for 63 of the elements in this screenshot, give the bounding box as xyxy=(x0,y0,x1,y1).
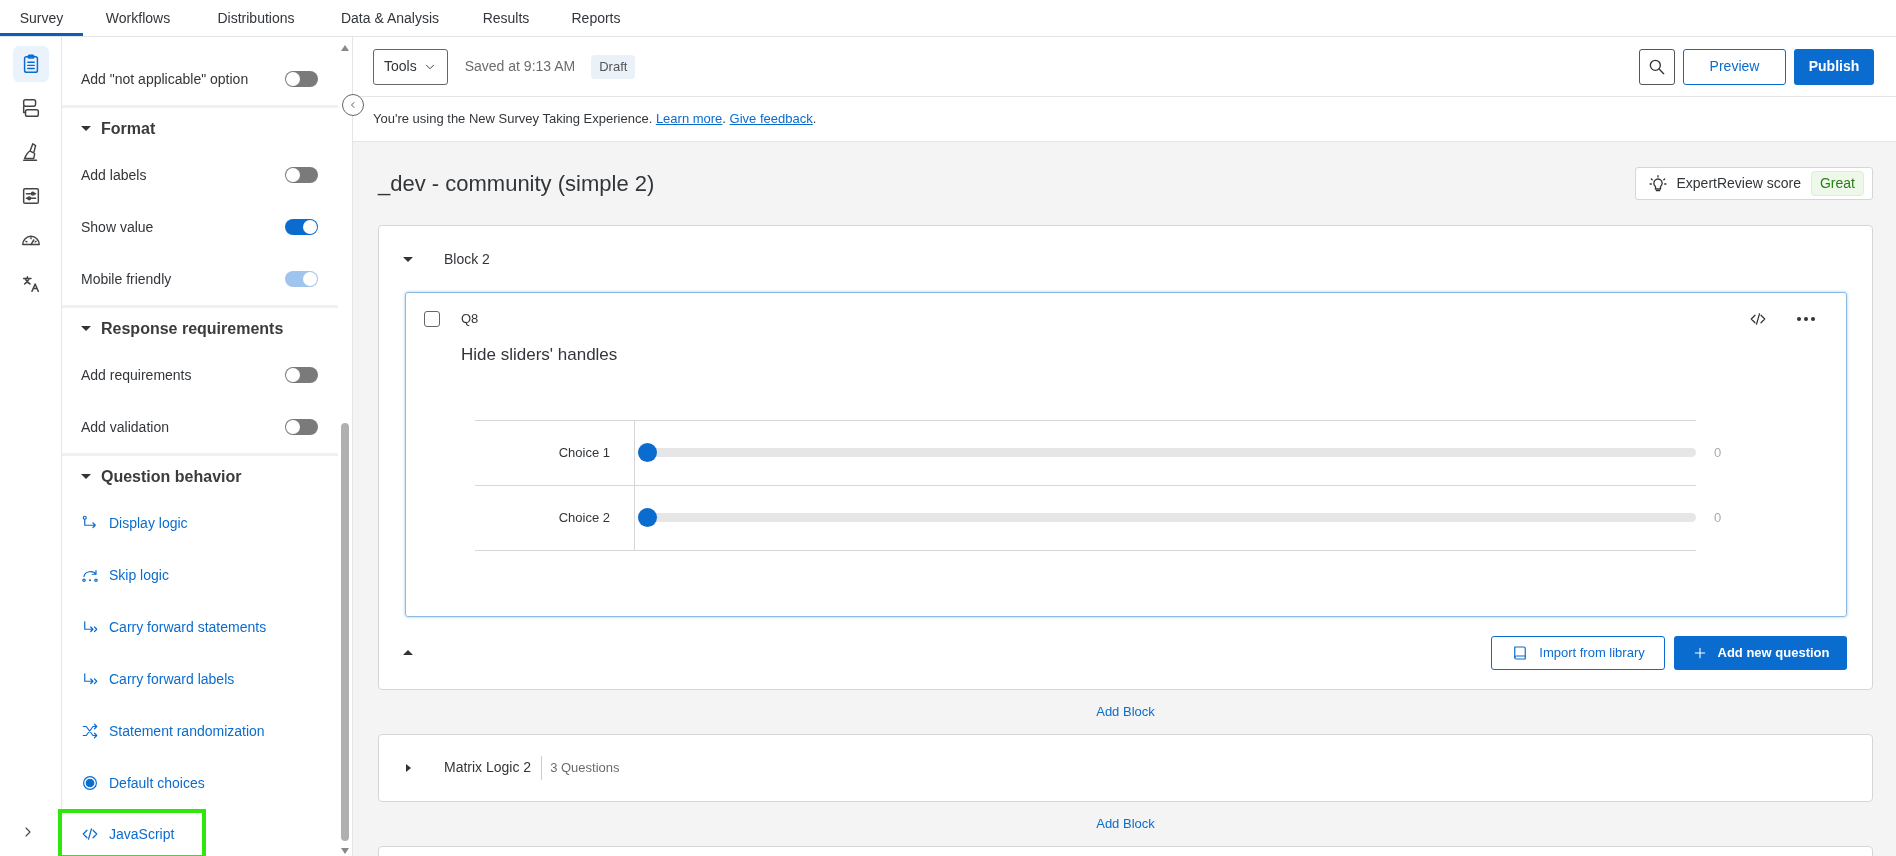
nav-tab[interactable]: Distributions xyxy=(193,0,319,36)
logic-link[interactable]: Carry forward labels xyxy=(62,658,255,700)
survey-title: _dev - community (simple 2) xyxy=(378,170,655,198)
add-block-link[interactable]: Add Block xyxy=(1096,813,1155,834)
logic-link[interactable]: Carry forward statements xyxy=(62,606,287,648)
shuffle-icon xyxy=(81,722,99,740)
slider-value: 0 xyxy=(1714,509,1722,528)
logic-link[interactable]: Statement randomization xyxy=(62,710,285,752)
statement-label: Choice 2 xyxy=(558,508,610,527)
statement-label: Choice 1 xyxy=(558,443,610,462)
option-label: Show value xyxy=(81,217,154,237)
add-question-button[interactable]: Add new question xyxy=(1674,635,1847,670)
nav-tab[interactable]: Survey xyxy=(0,0,83,36)
option-label: Add "not applicable" option xyxy=(81,69,249,89)
option-label: Add labels xyxy=(81,165,147,185)
slider-handle[interactable] xyxy=(638,443,657,462)
block-title: Block 2 xyxy=(444,249,490,269)
nav-tab[interactable]: Reports xyxy=(551,0,641,36)
option-label: Add requirements xyxy=(81,365,192,385)
lightbulb-icon xyxy=(1648,173,1669,194)
toggle-switch[interactable] xyxy=(285,167,318,183)
expert-review-badge[interactable]: ExpertReview score Great xyxy=(1635,167,1873,200)
status-badge: Draft xyxy=(591,54,636,79)
slider-handle[interactable] xyxy=(638,508,657,527)
nav-tab[interactable]: Workflows xyxy=(83,0,193,36)
search-button[interactable] xyxy=(1639,48,1675,85)
nav-tab[interactable]: Results xyxy=(461,0,551,36)
section-title: Format xyxy=(101,118,156,139)
logic-link[interactable]: Skip logic xyxy=(62,554,189,596)
section-title: Question behavior xyxy=(101,466,242,487)
question-text: Hide sliders' handles xyxy=(461,344,619,366)
logic-link[interactable]: JavaScript xyxy=(62,813,202,855)
block-title: Matrix Logic 2 xyxy=(444,758,532,777)
expert-review-label: ExpertReview score xyxy=(1676,174,1801,193)
logic-link[interactable]: Display logic xyxy=(62,502,208,544)
preview-button[interactable]: Preview xyxy=(1683,48,1786,85)
rail-button[interactable] xyxy=(12,46,49,82)
question-checkbox[interactable] xyxy=(424,311,440,327)
code-icon xyxy=(1749,310,1767,328)
add-block-link[interactable]: Add Block xyxy=(1096,701,1155,722)
question-card[interactable]: Q8 Hide sliders' handles Choice 1 Choice 2 0 0 xyxy=(405,292,1847,617)
toggle-switch[interactable] xyxy=(285,419,318,435)
question-number: Q8 xyxy=(461,310,479,329)
import-button[interactable]: Import from library xyxy=(1491,635,1665,670)
radio-icon xyxy=(81,774,99,792)
code-icon xyxy=(81,825,99,843)
publish-button[interactable]: Publish xyxy=(1794,48,1874,85)
info-banner-text: You're using the New Survey Taking Experience. Learn more. Give feedback. xyxy=(373,110,817,129)
toggle-switch[interactable] xyxy=(285,71,318,87)
toggle-switch[interactable] xyxy=(285,367,318,383)
score-badge: Great xyxy=(1811,171,1864,196)
banner-link[interactable]: Give feedback xyxy=(729,111,813,127)
more-icon xyxy=(1797,317,1815,321)
save-status: Saved at 9:13 AM xyxy=(464,57,576,76)
question-count: 3 Questions xyxy=(541,755,620,780)
slider-value: 0 xyxy=(1714,444,1722,463)
nav-tab[interactable]: Data & Analysis xyxy=(319,0,461,36)
tools-button[interactable]: Tools xyxy=(373,48,448,85)
logic-link[interactable]: Default choices xyxy=(62,762,225,804)
section-title: Response requirements xyxy=(101,318,284,339)
option-label: Mobile friendly xyxy=(81,269,172,289)
option-label: Add validation xyxy=(81,417,169,437)
toggle-switch[interactable] xyxy=(285,219,318,235)
